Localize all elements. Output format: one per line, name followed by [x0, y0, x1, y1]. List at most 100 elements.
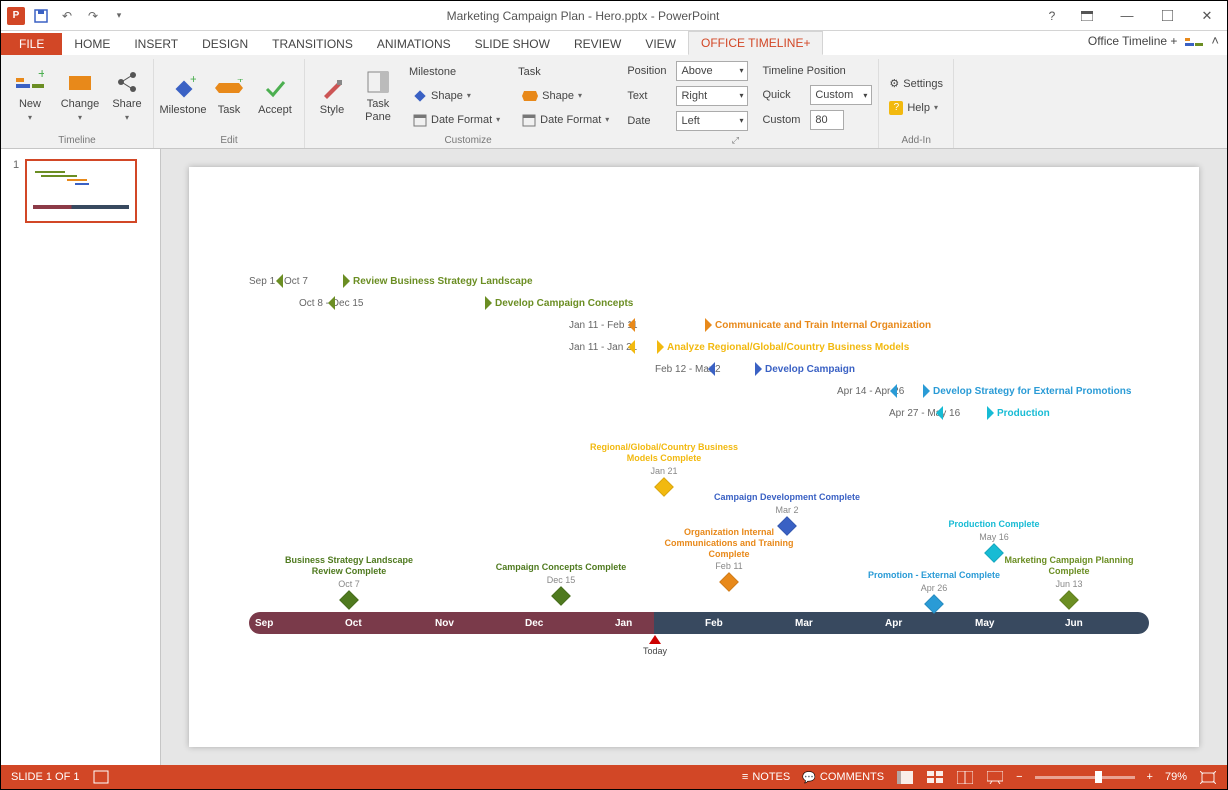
milestone[interactable]: Business Strategy Landscape Review Compl…	[274, 555, 424, 603]
task-pane-icon	[364, 68, 392, 96]
share-button[interactable]: Share▾	[107, 63, 147, 129]
qat-dropdown-icon[interactable]: ▾	[109, 6, 129, 26]
diamond-icon	[654, 477, 674, 497]
milestone-title: Campaign Development Complete	[714, 492, 860, 503]
diamond-icon	[719, 572, 739, 592]
task-row[interactable]: Apr 14 - Apr 26Develop Strategy for Exte…	[837, 382, 1131, 400]
tab-slideshow[interactable]: SLIDE SHOW	[463, 33, 562, 55]
task-row[interactable]: Jan 11 - Feb 11Communicate and Train Int…	[569, 316, 931, 334]
sorter-view-icon[interactable]	[926, 769, 944, 785]
tab-review[interactable]: REVIEW	[562, 33, 633, 55]
tab-insert[interactable]: INSERT	[122, 33, 190, 55]
milestone[interactable]: Marketing Campaign Planning CompleteJun …	[994, 555, 1144, 603]
task-row[interactable]: Jan 11 - Jan 21Analyze Regional/Global/C…	[569, 338, 909, 356]
qat-save-icon[interactable]	[31, 6, 51, 26]
ribbon-display-options-icon[interactable]	[1067, 2, 1107, 30]
ms-shape-dropdown[interactable]: Shape▾	[409, 85, 504, 107]
reading-view-icon[interactable]	[956, 769, 974, 785]
tab-design[interactable]: DESIGN	[190, 33, 260, 55]
milestone-title: Campaign Concepts Complete	[496, 562, 627, 573]
minimize-button[interactable]: —	[1107, 2, 1147, 30]
custom-input[interactable]: 80	[810, 110, 844, 130]
task-dateformat-dropdown[interactable]: Date Format▾	[518, 109, 613, 131]
help-dropdown[interactable]: ?Help▾	[885, 97, 947, 119]
task-row[interactable]: Oct 8 - Dec 15100%Develop Campaign Conce…	[299, 294, 633, 312]
settings-button[interactable]: ⚙Settings	[885, 73, 947, 95]
task-row[interactable]: Feb 12 - Mar 2Develop Campaign	[655, 360, 855, 378]
zoom-slider[interactable]	[1035, 776, 1135, 779]
task-row[interactable]: Sep 1 - Oct 7100%Review Business Strateg…	[249, 272, 533, 290]
zoom-out-button[interactable]: −	[1016, 771, 1022, 783]
milestone-date: Apr 26	[921, 583, 948, 593]
date-select[interactable]: Left▾	[676, 111, 748, 131]
zoom-in-button[interactable]: +	[1147, 771, 1153, 783]
qat-undo-icon[interactable]: ↶	[57, 6, 77, 26]
slide-canvas[interactable]: SepOctNovDecJanFebMarAprMayJun Today Sep…	[189, 167, 1199, 747]
group-label-edit: Edit	[220, 132, 237, 148]
position-select[interactable]: Above▾	[676, 61, 748, 81]
milestone-button[interactable]: + Milestone	[160, 63, 206, 129]
maximize-button[interactable]	[1147, 2, 1187, 30]
task-pane-button[interactable]: Task Pane	[357, 63, 399, 129]
change-icon	[66, 68, 94, 96]
milestone[interactable]: Promotion - External Complete Apr 26	[859, 570, 1009, 607]
today-triangle-icon	[649, 635, 661, 644]
svg-text:+: +	[190, 75, 196, 86]
zoom-percent[interactable]: 79%	[1165, 771, 1187, 783]
fit-window-icon[interactable]	[1199, 769, 1217, 785]
tab-transitions[interactable]: TRANSITIONS	[260, 33, 365, 55]
style-button[interactable]: Style	[311, 63, 353, 129]
collapse-ribbon-icon[interactable]: ˄	[1211, 33, 1219, 48]
tab-view[interactable]: VIEW	[633, 33, 688, 55]
group-label-customize: Customize⤢	[444, 132, 738, 148]
accept-icon	[261, 74, 289, 102]
ms-dateformat-dropdown[interactable]: Date Format▾	[409, 109, 504, 131]
milestone[interactable]: Campaign Development CompleteMar 2	[712, 492, 862, 529]
milestone-date: Jun 13	[1055, 579, 1082, 589]
tab-animations[interactable]: ANIMATIONS	[365, 33, 463, 55]
svg-text:+: +	[237, 79, 243, 86]
spellcheck-icon[interactable]	[93, 770, 109, 784]
accept-button[interactable]: Accept	[252, 63, 298, 129]
quick-select[interactable]: Custom▾	[810, 85, 872, 105]
addin-name: Office Timeline +	[1088, 34, 1177, 48]
powerpoint-icon: P	[7, 7, 25, 25]
milestone[interactable]: Organization Internal Communications and…	[654, 527, 804, 585]
task-label: Develop Campaign Concepts	[495, 298, 633, 309]
help-icon[interactable]: ?	[1037, 9, 1067, 23]
tl-position-heading: Timeline Position	[762, 60, 872, 82]
notes-icon: ≡	[742, 771, 748, 783]
axis-month: Oct	[339, 612, 429, 634]
milestone-icon: +	[169, 74, 197, 102]
task-row[interactable]: Apr 27 - May 16Production	[889, 404, 1050, 422]
today-marker: Today	[643, 635, 667, 656]
axis-month: Feb	[699, 612, 789, 634]
milestone[interactable]: Production CompleteMay 16	[919, 519, 1069, 556]
task-button[interactable]: + Task	[210, 63, 248, 129]
qat-redo-icon[interactable]: ↷	[83, 6, 103, 26]
milestone-title: Promotion - External Complete	[868, 570, 1000, 581]
comments-button[interactable]: 💬COMMENTS	[802, 771, 884, 784]
ribbon-tab-strip: FILE HOME INSERT DESIGN TRANSITIONS ANIM…	[1, 31, 1227, 55]
slide-thumbnail-1[interactable]	[25, 159, 137, 223]
notes-button[interactable]: ≡NOTES	[742, 771, 790, 783]
tab-home[interactable]: HOME	[62, 33, 122, 55]
status-bar: SLIDE 1 OF 1 ≡NOTES 💬COMMENTS − + 79%	[1, 765, 1227, 789]
milestone-title: Regional/Global/Country Business Models …	[589, 442, 739, 464]
style-icon	[318, 74, 346, 102]
tab-file[interactable]: FILE	[1, 33, 62, 55]
task-label: Review Business Strategy Landscape	[353, 276, 533, 287]
close-button[interactable]: ✕	[1187, 2, 1227, 30]
task-shape-dropdown[interactable]: Shape▾	[518, 85, 613, 107]
new-button[interactable]: + New▾	[7, 63, 53, 129]
change-button[interactable]: Change▾	[57, 63, 103, 129]
milestone[interactable]: Campaign Concepts CompleteDec 15	[486, 562, 636, 599]
milestone-title: Production Complete	[948, 519, 1039, 530]
milestone[interactable]: Regional/Global/Country Business Models …	[589, 442, 739, 490]
text-select[interactable]: Right▾	[676, 86, 748, 106]
title-bar: P ↶ ↷ ▾ Marketing Campaign Plan - Hero.p…	[1, 1, 1227, 31]
normal-view-icon[interactable]	[896, 769, 914, 785]
addin-icon[interactable]	[1185, 34, 1203, 48]
tab-officetimeline[interactable]: OFFICE TIMELINE+	[688, 31, 823, 55]
slideshow-view-icon[interactable]	[986, 769, 1004, 785]
